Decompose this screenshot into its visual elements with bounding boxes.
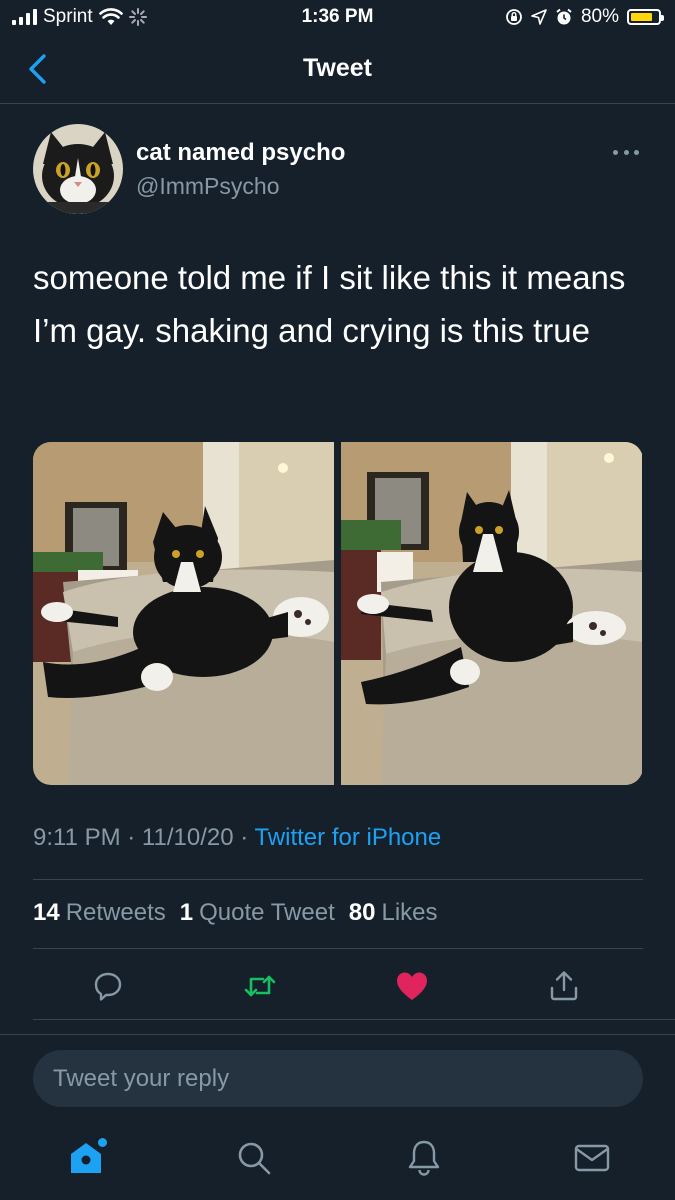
search-icon [238, 1142, 271, 1175]
share-button[interactable] [544, 966, 584, 1006]
retweet-button[interactable] [240, 966, 280, 1006]
avatar[interactable] [33, 124, 123, 214]
tweet-actions [33, 960, 643, 1014]
reply-bar-border [0, 1034, 675, 1035]
location-icon [531, 9, 547, 25]
cat-avatar-image [33, 124, 123, 214]
battery-percent: 80% [580, 6, 619, 27]
reply-button[interactable] [88, 966, 128, 1006]
orientation-lock-icon [506, 9, 522, 25]
page-title: Tweet [303, 54, 372, 82]
divider [33, 1019, 675, 1020]
tweet-timestamp: 9:11 PM · 11/10/20 · [33, 824, 255, 851]
tweet-stats: 14 Retweets 1 Quote Tweet 80 Likes [33, 899, 438, 927]
tab-bar [0, 1122, 675, 1200]
notifications-icon [408, 1140, 440, 1176]
tab-home[interactable] [62, 1134, 110, 1182]
alarm-icon [556, 8, 572, 25]
reply-input[interactable]: Tweet your reply [33, 1050, 643, 1107]
tweet-source-link[interactable]: Twitter for iPhone [254, 824, 441, 851]
more-options-button[interactable] [610, 140, 642, 164]
retweets-label: Retweets [65, 899, 166, 926]
likes-stat[interactable]: 80 Likes [349, 899, 438, 927]
tab-search[interactable] [230, 1134, 278, 1182]
tab-messages[interactable] [568, 1134, 616, 1182]
nav-header: Tweet [0, 36, 675, 104]
more-dot-icon [623, 149, 629, 155]
notification-dot [98, 1138, 107, 1147]
heart-icon [397, 972, 427, 1000]
cat-photo-image [341, 442, 642, 785]
retweet-icon [244, 975, 276, 997]
quotes-stat[interactable]: 1 Quote Tweet [180, 899, 335, 927]
cat-photo-image [33, 442, 334, 785]
battery-icon [627, 9, 664, 25]
divider [33, 948, 643, 949]
like-button[interactable] [392, 966, 432, 1006]
tweet-media [33, 442, 643, 785]
quotes-count: 1 [179, 899, 194, 926]
more-dot-icon [613, 149, 618, 155]
display-name[interactable]: cat named psycho [136, 139, 345, 167]
likes-count: 80 [348, 899, 376, 926]
tweet-photo-1[interactable] [33, 442, 334, 785]
reply-icon [94, 972, 122, 1001]
divider [33, 879, 643, 880]
tweet-text: someone told me if I sit like this it me… [33, 259, 626, 349]
likes-label: Likes [381, 899, 438, 926]
status-bar: Sprint 1:36 PM 80% [0, 0, 675, 36]
retweets-count: 14 [33, 899, 60, 926]
more-dot-icon [634, 149, 639, 155]
tab-notifications[interactable] [400, 1134, 448, 1182]
quotes-label: Quote Tweet [199, 899, 335, 926]
messages-icon [574, 1144, 610, 1172]
tweet-meta: 9:11 PM · 11/10/20 · Twitter for iPhone [33, 824, 441, 852]
tweet-photo-2[interactable] [341, 442, 642, 785]
status-right: 80% [505, 6, 664, 28]
user-handle[interactable]: @ImmPsycho [136, 173, 279, 200]
retweets-stat[interactable]: 14 Retweets [33, 899, 166, 927]
share-icon [550, 971, 578, 1001]
